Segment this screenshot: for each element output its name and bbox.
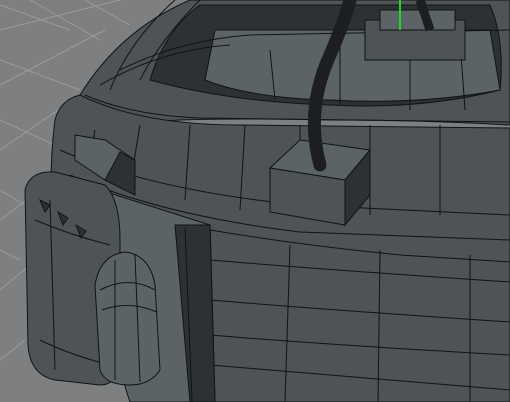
inner-hub-top [379,9,456,31]
viewport-canvas[interactable] [0,0,510,402]
3d-viewport[interactable] [0,0,510,402]
rounded-cap[interactable] [94,251,161,386]
